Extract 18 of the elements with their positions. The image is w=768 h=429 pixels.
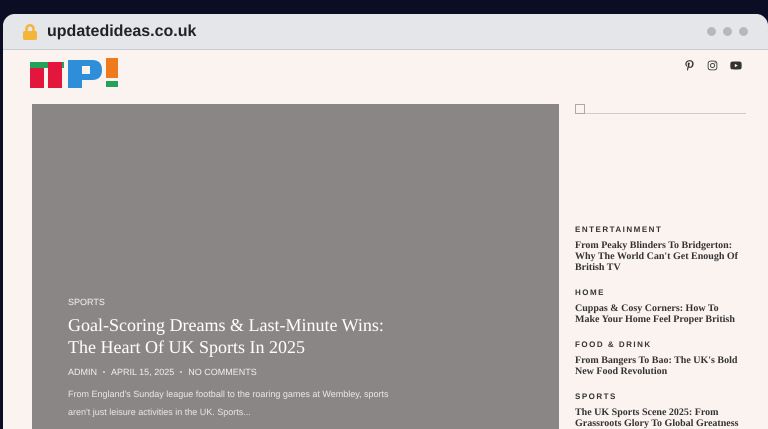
post-title[interactable]: From Peaky Blinders To Bridgerton: Why The World Can't Get Enough Of British TV xyxy=(575,240,740,273)
hero-title[interactable]: Goal-Scoring Dreams & Last-Minute Wins: The Heart Of UK Sports In 2025 xyxy=(68,314,408,358)
post-category[interactable]: FOOD & DRINK xyxy=(575,339,746,351)
post-title[interactable]: Cuppas & Cosy Corners: How To Make Your Home Feel Proper British xyxy=(575,303,740,325)
site-logo-drawing[interactable] xyxy=(30,58,120,88)
post-date: APRIL 15, 2025 xyxy=(111,366,174,378)
hero-excerpt: From England's Sunday league football to the roaring games at Wembley, sports aren't just leisure activities in the UK. Sports... xyxy=(68,388,390,419)
post-title[interactable]: The UK Sports Scene 2025: From Grassroots Glory To Global Greatness xyxy=(575,407,740,429)
post-category[interactable]: SPORTS xyxy=(575,391,746,403)
url-text[interactable]: updatedideas.co.uk xyxy=(47,20,196,44)
post-category[interactable]: HOME xyxy=(575,287,746,299)
broken-image-icon xyxy=(575,104,746,114)
post-category[interactable]: ENTERTAINMENT xyxy=(575,224,746,236)
youtube-icon[interactable] xyxy=(730,60,742,71)
pinterest-icon[interactable] xyxy=(684,60,695,71)
instagram-icon[interactable] xyxy=(707,60,718,71)
lock-icon xyxy=(23,24,37,40)
post-title[interactable]: From Bangers To Bao: The UK's Bold New Food Revolution xyxy=(575,355,740,377)
